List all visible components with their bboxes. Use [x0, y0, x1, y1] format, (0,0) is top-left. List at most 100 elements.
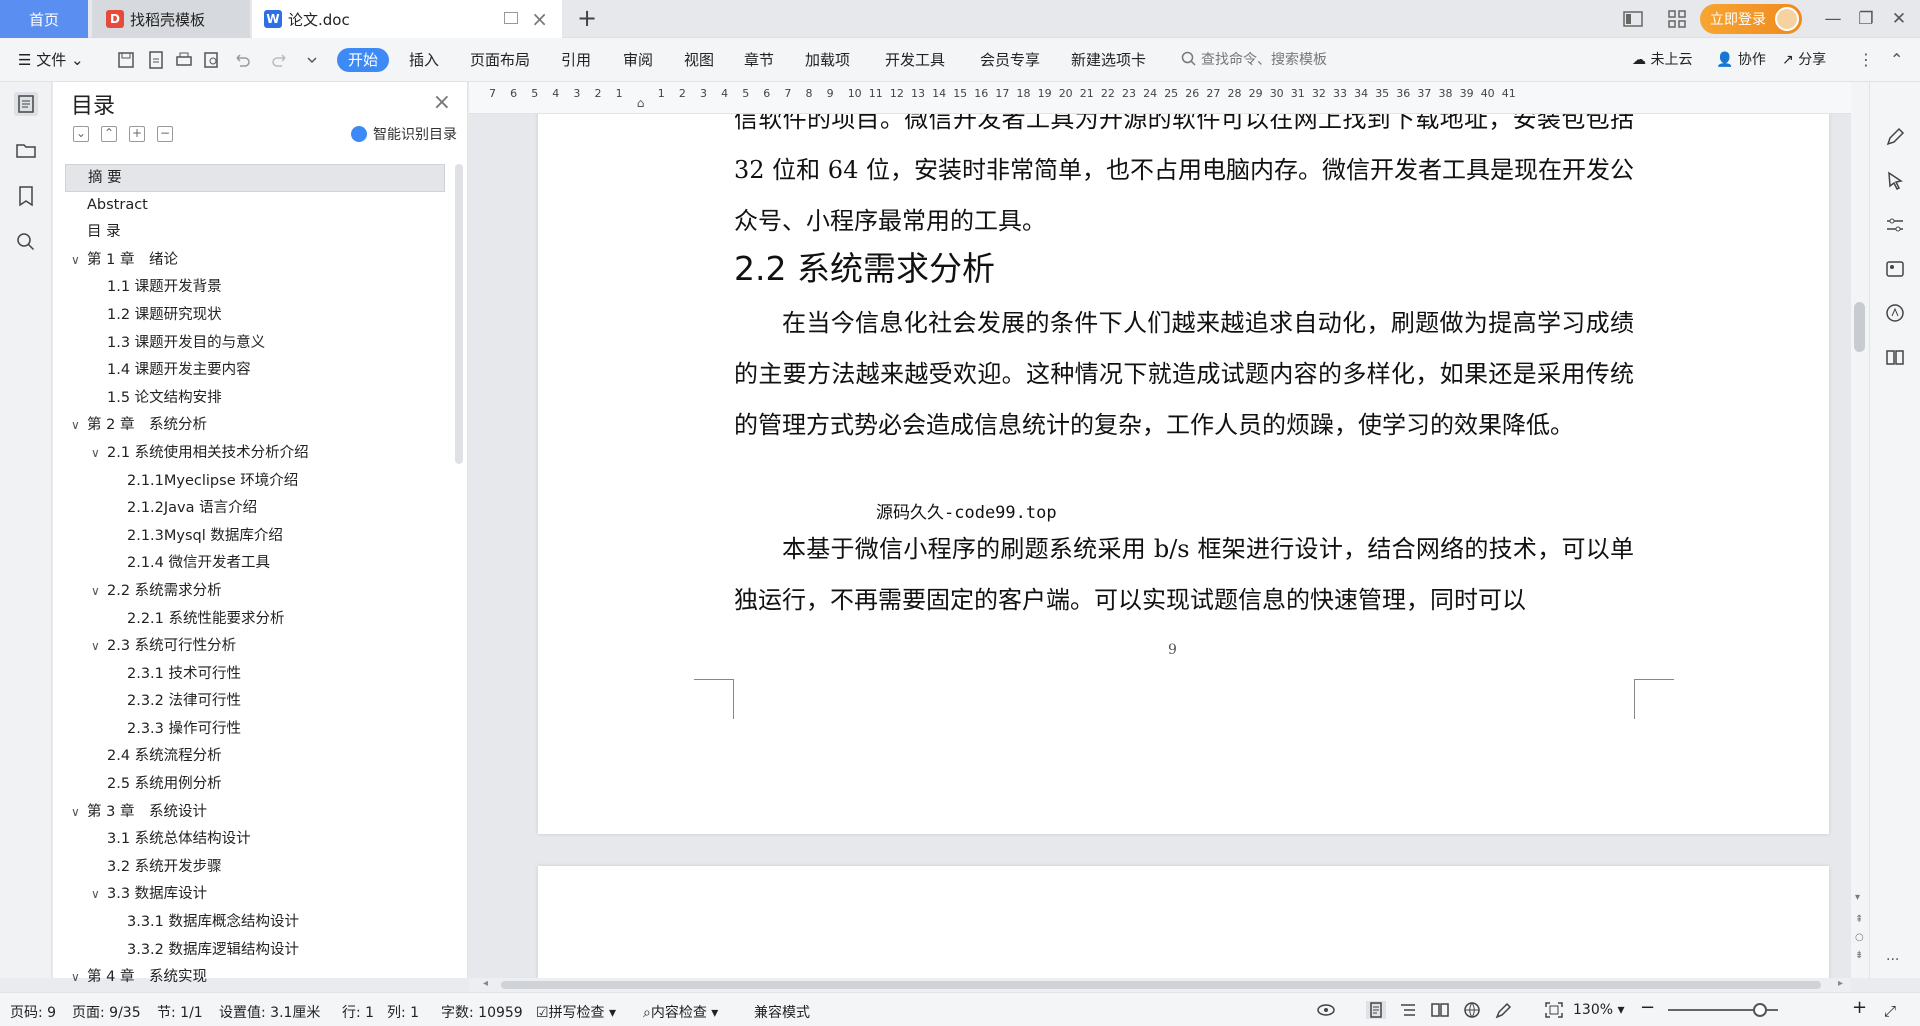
toc-item[interactable]: ∨ 2.2 系统需求分析 [65, 578, 445, 606]
share-button[interactable]: ↗ 分享 [1782, 49, 1826, 71]
collaborate-button[interactable]: 👤 协作 [1716, 49, 1766, 71]
toc-item[interactable]: 2.3.2 法律可行性 [65, 688, 445, 716]
expand-all-icon[interactable]: ⌃ [101, 126, 117, 142]
chevron-down-icon[interactable]: ∨ [71, 964, 80, 992]
chevron-down-icon[interactable]: ∨ [91, 440, 100, 468]
menu-new-tab[interactable]: 新建选项卡 [1071, 49, 1146, 71]
toc-item[interactable]: 2.1.4 微信开发者工具 [65, 550, 445, 578]
collapse-all-icon[interactable]: ⌄ [73, 126, 89, 142]
web-view-icon[interactable] [1462, 1001, 1482, 1019]
scroll-down-icon[interactable]: ▾ [1855, 892, 1860, 903]
apps-grid-icon[interactable] [1666, 8, 1688, 30]
toc-item[interactable]: 2.1.1Myeclipse 环境介绍 [65, 468, 445, 496]
status-page[interactable]: 页面: 9/35 [72, 1002, 141, 1022]
eye-protection-icon[interactable] [1316, 1001, 1336, 1019]
zoom-in-icon[interactable]: + [1852, 997, 1867, 1018]
save-icon[interactable] [116, 50, 136, 70]
horizontal-scrollbar[interactable]: ◂ ▸ [469, 978, 1851, 992]
scroll-right-icon[interactable]: ▸ [1838, 978, 1843, 989]
add-heading-icon[interactable]: + [129, 126, 145, 142]
scroll-left-icon[interactable]: ◂ [483, 978, 488, 989]
toc-item[interactable]: 1.4 课题开发主要内容 [65, 357, 445, 385]
toc-item[interactable]: 3.1 系统总体结构设计 [65, 826, 445, 854]
scroll-thumb[interactable] [501, 981, 1821, 989]
toc-item[interactable]: ∨ 第 4 章 系统实现 [65, 964, 445, 992]
toc-item[interactable]: 3.2 系统开发步骤 [65, 854, 445, 882]
fullscreen-icon[interactable]: ⤢ [1884, 1002, 1896, 1020]
cloud-status-button[interactable]: ☁ 未上云 [1632, 49, 1692, 71]
quick-access-dropdown-icon[interactable] [302, 50, 322, 70]
toc-item[interactable]: ∨ 第 2 章 系统分析 [65, 412, 445, 440]
more-options-icon[interactable]: ⋮ [1858, 49, 1874, 71]
menu-start[interactable]: 开始 [337, 48, 390, 72]
image-tools-icon[interactable] [1884, 258, 1906, 280]
writing-mode-icon[interactable] [1494, 1001, 1514, 1019]
reading-view-icon[interactable] [1430, 1001, 1450, 1019]
pen-edit-icon[interactable] [1884, 126, 1906, 148]
new-tab-button[interactable]: + [575, 6, 599, 31]
chevron-down-icon[interactable]: ∨ [91, 633, 100, 661]
menu-addins[interactable]: 加载项 [805, 49, 850, 71]
chevron-down-icon[interactable]: ∨ [71, 799, 80, 827]
toc-item[interactable]: 1.1 课题开发背景 [65, 274, 445, 302]
menu-view[interactable]: 视图 [684, 49, 714, 71]
command-search-input[interactable]: 查找命令、搜索模板 [1180, 49, 1327, 69]
zoom-slider-handle[interactable] [1753, 1003, 1767, 1017]
bookmark-icon[interactable] [14, 184, 38, 208]
tab-document[interactable]: W 论文.doc × [252, 0, 562, 38]
toc-scrollbar[interactable] [455, 164, 463, 464]
export-pdf-icon[interactable] [146, 50, 166, 70]
toc-item[interactable]: 3.3.1 数据库概念结构设计 [65, 909, 445, 937]
page-view-icon[interactable] [1366, 1001, 1386, 1019]
toc-item[interactable]: 1.3 课题开发目的与意义 [65, 330, 445, 358]
toc-item[interactable]: 摘 要 [65, 164, 445, 192]
layout-icon[interactable] [1622, 8, 1644, 30]
menu-developer[interactable]: 开发工具 [885, 49, 945, 71]
fit-page-icon[interactable] [1544, 1001, 1564, 1019]
close-tab-icon[interactable]: × [531, 7, 548, 31]
toc-panel-icon[interactable] [14, 92, 38, 116]
toc-item[interactable]: ∨ 2.1 系统使用相关技术分析介绍 [65, 440, 445, 468]
scroll-thumb[interactable] [1854, 302, 1865, 352]
toc-item[interactable]: 目 录 [65, 219, 445, 247]
menu-references[interactable]: 引用 [561, 49, 591, 71]
menu-review[interactable]: 审阅 [623, 49, 653, 71]
outline-view-icon[interactable] [1398, 1001, 1418, 1019]
close-icon[interactable]: × [433, 90, 451, 115]
select-browse-icon[interactable]: ○ [1855, 932, 1864, 943]
cursor-select-icon[interactable] [1884, 170, 1906, 192]
prev-page-icon[interactable]: ⇞ [1855, 914, 1863, 925]
toc-item[interactable]: 2.2.1 系统性能要求分析 [65, 606, 445, 634]
toc-item[interactable]: ∨ 第 1 章 绪论 [65, 247, 445, 275]
translate-book-icon[interactable] [1884, 346, 1906, 368]
zoom-level[interactable]: 130% ▾ [1573, 1002, 1625, 1018]
toc-item[interactable]: ∨ 3.3 数据库设计 [65, 881, 445, 909]
collapse-ribbon-icon[interactable]: ⌃ [1890, 49, 1903, 71]
vertical-scrollbar[interactable]: ▾ ⇞ ○ ⇟ [1851, 82, 1869, 978]
print-icon[interactable] [174, 50, 194, 70]
menu-membership[interactable]: 会员专享 [980, 49, 1040, 71]
toc-item[interactable]: 3.3.2 数据库逻辑结构设计 [65, 937, 445, 965]
toc-item[interactable]: ∨ 第 3 章 系统设计 [65, 799, 445, 827]
close-window-icon[interactable]: ✕ [1888, 8, 1910, 30]
toc-item[interactable]: 2.5 系统用例分析 [65, 771, 445, 799]
toc-item[interactable]: 2.4 系统流程分析 [65, 743, 445, 771]
file-menu[interactable]: ☰ 文件 ⌄ [18, 49, 84, 71]
chevron-down-icon[interactable]: ∨ [91, 578, 100, 606]
chevron-down-icon[interactable]: ∨ [91, 881, 100, 909]
zoom-out-icon[interactable]: − [1640, 997, 1655, 1018]
toc-item[interactable]: 1.2 课题研究现状 [65, 302, 445, 330]
search-icon[interactable] [14, 230, 38, 254]
restore-icon[interactable]: ❐ [1855, 8, 1877, 30]
status-word-count[interactable]: 字数: 10959 [441, 1002, 523, 1022]
toc-item[interactable]: 2.3.1 技术可行性 [65, 661, 445, 689]
print-preview-icon[interactable] [202, 50, 222, 70]
toc-item[interactable]: Abstract [65, 192, 445, 220]
document-page[interactable]: 信软件的项目。微信开发者工具为开源的软件可以在网上找到下载地址，安装包包括 32… [538, 114, 1829, 834]
undo-icon[interactable] [232, 50, 252, 70]
remove-heading-icon[interactable]: − [157, 126, 173, 142]
horizontal-ruler[interactable]: 7 6 5 4 3 2 1 1 2 3 4 5 6 7 8 9 10 11 12 13 14 15 16 17 18 19 20 21… [469, 82, 1851, 114]
minimize-icon[interactable]: — [1822, 8, 1844, 30]
indent-marker-icon[interactable]: ⌂ [637, 96, 645, 110]
menu-insert[interactable]: 插入 [409, 49, 439, 71]
